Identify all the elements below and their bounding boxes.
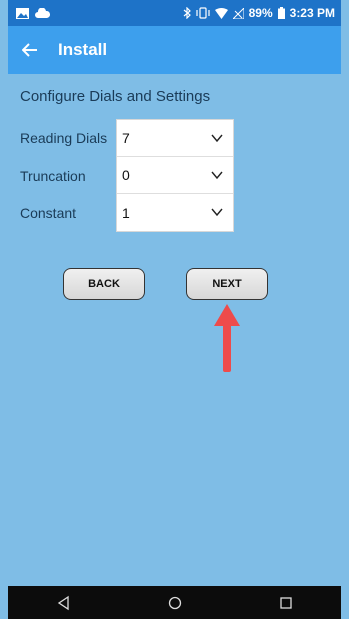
chevron-down-icon bbox=[211, 134, 223, 143]
constant-select[interactable]: 1 bbox=[117, 194, 233, 231]
status-bar: 89% 3:23 PM bbox=[8, 0, 341, 26]
nav-back-icon[interactable] bbox=[56, 595, 72, 611]
bluetooth-icon bbox=[183, 7, 191, 19]
settings-selects: 7 0 1 bbox=[116, 119, 234, 232]
constant-value: 1 bbox=[122, 204, 130, 221]
nav-recents-icon[interactable] bbox=[278, 595, 294, 611]
chevron-down-icon bbox=[211, 208, 223, 217]
section-heading: Configure Dials and Settings bbox=[20, 88, 211, 105]
clock: 3:23 PM bbox=[289, 6, 335, 20]
reading-dials-select[interactable]: 7 bbox=[117, 120, 233, 157]
cloud-icon bbox=[35, 8, 50, 18]
chevron-down-icon bbox=[211, 171, 223, 180]
gallery-icon bbox=[16, 7, 29, 19]
signal-icon bbox=[232, 7, 244, 19]
constant-label: Constant bbox=[20, 205, 77, 221]
status-left bbox=[8, 7, 50, 19]
nav-home-icon[interactable] bbox=[167, 595, 183, 611]
nav-bar bbox=[8, 586, 341, 619]
battery-percent: 89% bbox=[248, 6, 273, 20]
battery-icon bbox=[277, 7, 285, 19]
status-right: 89% 3:23 PM bbox=[183, 6, 341, 20]
back-arrow-icon[interactable] bbox=[20, 40, 40, 60]
truncation-value: 0 bbox=[122, 167, 130, 183]
page-title: Install bbox=[58, 40, 108, 59]
reading-dials-label: Reading Dials bbox=[20, 130, 108, 146]
next-button[interactable]: NEXT bbox=[186, 268, 268, 300]
main-content: Configure Dials and Settings Reading Dia… bbox=[8, 74, 341, 586]
wifi-icon bbox=[214, 7, 228, 19]
arrow-up-icon bbox=[214, 304, 240, 372]
app-bar: Install bbox=[8, 26, 341, 74]
reading-dials-value: 7 bbox=[122, 130, 130, 146]
truncation-select[interactable]: 0 bbox=[117, 157, 233, 194]
back-button[interactable]: BACK bbox=[63, 268, 145, 300]
vibrate-icon bbox=[196, 7, 210, 19]
truncation-label: Truncation bbox=[20, 168, 86, 184]
